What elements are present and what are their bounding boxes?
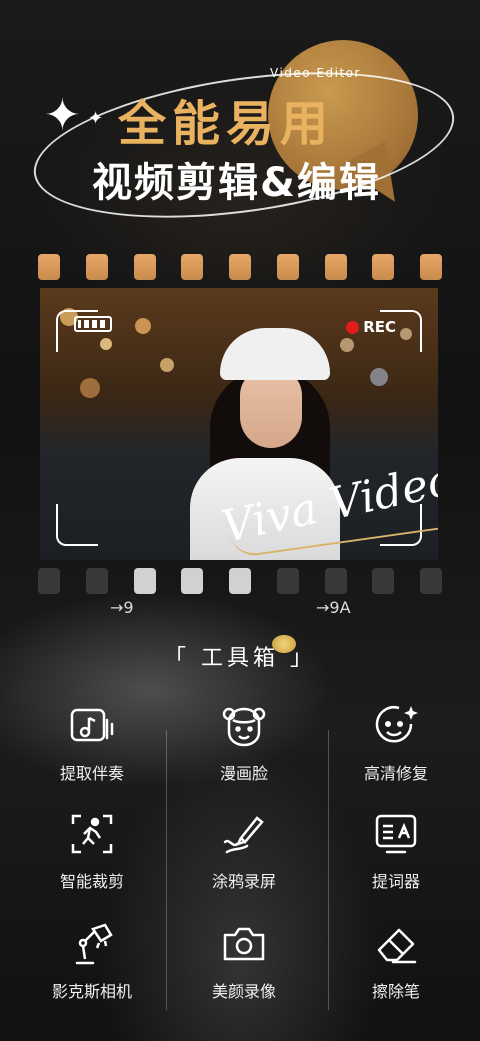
cartoon-face-icon xyxy=(218,700,270,752)
person-cap xyxy=(220,328,330,380)
tool-hd-restore[interactable]: 高清修复 xyxy=(316,700,476,800)
film-hole xyxy=(85,568,108,594)
film-hole xyxy=(229,254,251,280)
film-marker-left: →9 xyxy=(110,598,134,617)
tool-label: 提取伴奏 xyxy=(59,764,124,783)
tool-label: 提词器 xyxy=(371,872,420,891)
headline-primary: 全能易用 xyxy=(118,96,335,152)
tool-label: 漫画脸 xyxy=(219,764,268,783)
preview-photo: REC Viva Video xyxy=(40,288,438,560)
tool-teleprompter[interactable]: 提词器 xyxy=(316,808,476,908)
film-hole xyxy=(133,568,156,594)
record-dot-icon xyxy=(346,320,360,334)
tool-grid: 提取伴奏 漫画脸 高清修复 智能裁剪 涂鸦录屏 提词器 影克斯相机 美颜录像 擦… xyxy=(0,700,480,1020)
tool-label: 涂鸦录屏 xyxy=(211,872,276,891)
person-face xyxy=(240,368,302,448)
tool-lamp-camera[interactable]: 影克斯相机 xyxy=(12,918,172,1018)
film-hole xyxy=(133,254,156,280)
camera-icon xyxy=(218,918,270,970)
film-hole xyxy=(229,568,251,594)
film-strip: REC Viva Video →9 →9A xyxy=(0,250,480,620)
tool-label: 擦除笔 xyxy=(371,982,420,1001)
film-hole xyxy=(38,568,60,594)
rec-label: REC xyxy=(363,318,396,336)
smart-crop-icon xyxy=(66,808,118,860)
music-extract-icon xyxy=(66,700,118,752)
lamp-camera-icon xyxy=(66,918,118,970)
film-marker-right: →9A xyxy=(316,598,351,617)
headline-secondary: 视频剪辑&编辑 xyxy=(92,160,381,206)
tool-label: 智能裁剪 xyxy=(59,872,124,891)
film-hole xyxy=(420,254,442,280)
film-hole xyxy=(324,568,347,594)
film-hole xyxy=(324,254,347,280)
film-hole xyxy=(181,568,204,594)
film-perforations-top xyxy=(38,254,442,280)
eraser-icon xyxy=(370,918,422,970)
tool-doodle-record[interactable]: 涂鸦录屏 xyxy=(164,808,324,908)
hd-restore-icon xyxy=(370,700,422,752)
tool-label: 高清修复 xyxy=(363,764,428,783)
film-perforations-bottom xyxy=(38,568,442,594)
hero-banner: ✦ ✦ Video Editor 全能易用 视频剪辑&编辑 xyxy=(0,0,480,250)
sparkle-icon: ✦ xyxy=(44,90,81,141)
tool-label: 影克斯相机 xyxy=(51,982,132,1001)
film-hole xyxy=(181,254,204,280)
tool-beauty-record[interactable]: 美颜录像 xyxy=(164,918,324,1018)
rec-indicator: REC xyxy=(346,318,396,336)
battery-icon xyxy=(74,316,112,332)
tool-smart-crop[interactable]: 智能裁剪 xyxy=(12,808,172,908)
sparkle-small-icon: ✦ xyxy=(88,108,104,129)
film-hole xyxy=(85,254,108,280)
film-hole xyxy=(372,254,395,280)
tool-extract-accompaniment[interactable]: 提取伴奏 xyxy=(12,700,172,800)
tool-cartoon-face[interactable]: 漫画脸 xyxy=(164,700,324,800)
doodle-record-icon xyxy=(218,808,270,860)
toolbox-title: 「 工具箱 」 xyxy=(164,646,316,671)
film-hole xyxy=(420,568,442,594)
film-hole xyxy=(276,568,299,594)
tool-eraser[interactable]: 擦除笔 xyxy=(316,918,476,1018)
film-hole xyxy=(38,254,60,280)
teleprompter-icon xyxy=(370,808,422,860)
viewfinder-corner xyxy=(56,504,98,546)
video-editor-badge: Video Editor xyxy=(270,66,361,80)
film-hole xyxy=(276,254,299,280)
tool-label: 美颜录像 xyxy=(211,982,276,1001)
film-hole xyxy=(372,568,395,594)
